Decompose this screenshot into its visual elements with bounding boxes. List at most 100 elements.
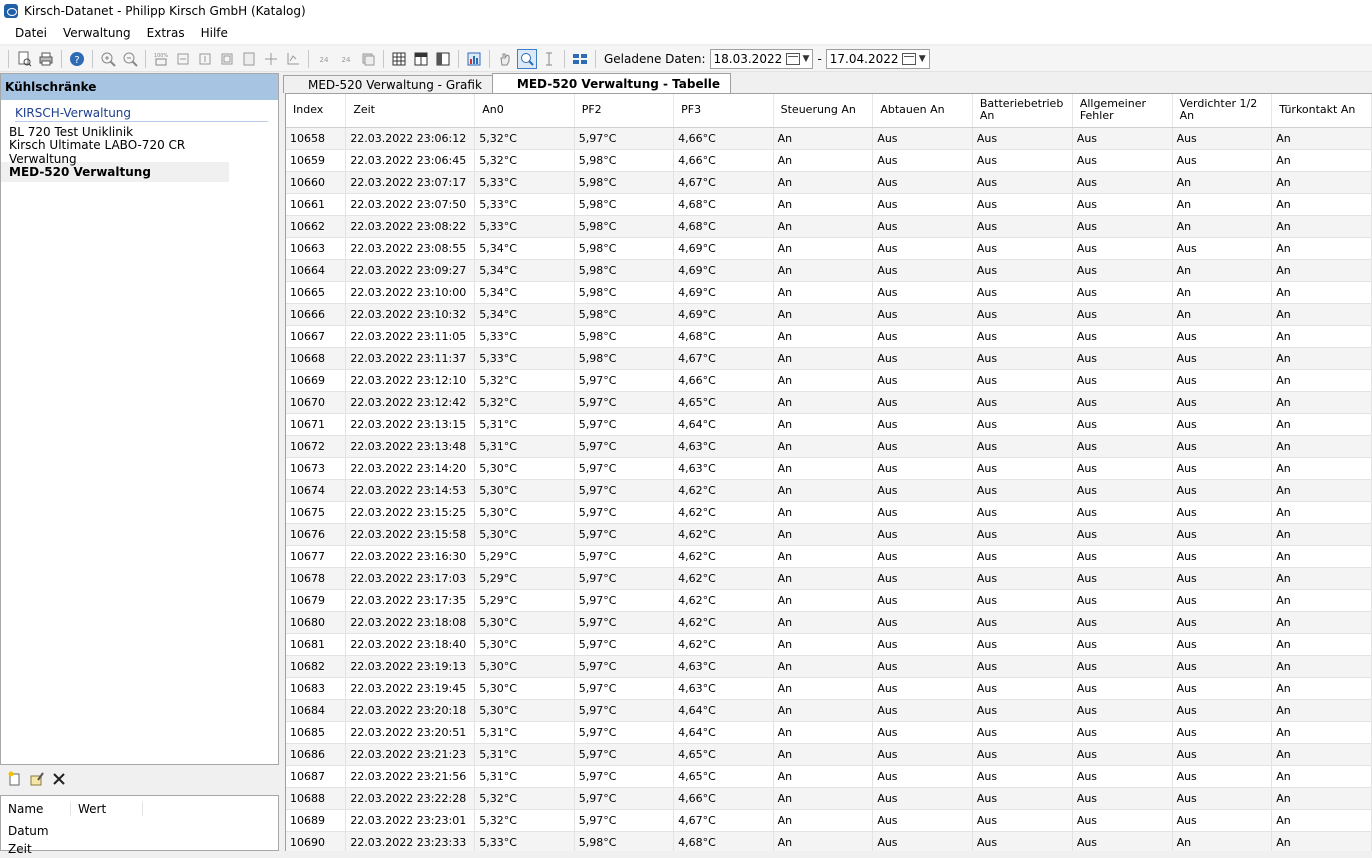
table-row[interactable]: 10670 22.03.2022 23:12:42 5,32°C 5,97°C 4,65… bbox=[286, 391, 1372, 414]
table-cell[interactable]: 10676 bbox=[286, 523, 347, 546]
menu-hilfe[interactable]: Hilfe bbox=[201, 26, 228, 40]
table-cell[interactable]: Aus bbox=[872, 325, 973, 348]
table-cell[interactable]: Aus bbox=[972, 809, 1073, 832]
table-cell[interactable]: Aus bbox=[872, 743, 973, 766]
table-cell[interactable]: Aus bbox=[872, 171, 973, 194]
table-cell[interactable]: 4,63°C bbox=[673, 457, 774, 480]
table-cell[interactable]: Aus bbox=[1172, 391, 1273, 414]
table-cell[interactable]: 10663 bbox=[286, 237, 347, 260]
table-cell[interactable]: Aus bbox=[1072, 391, 1173, 414]
table-cell[interactable]: An bbox=[1271, 677, 1372, 700]
table-cell[interactable]: Aus bbox=[1072, 633, 1173, 656]
table-cell[interactable]: Aus bbox=[1072, 237, 1173, 260]
col-header-abtauen[interactable]: Abtauen An bbox=[872, 94, 973, 128]
table-cell[interactable]: Aus bbox=[972, 237, 1073, 260]
table-cell[interactable]: An bbox=[1271, 721, 1372, 744]
table-cell[interactable]: An bbox=[1271, 281, 1372, 304]
table-cell[interactable]: Aus bbox=[972, 391, 1073, 414]
table-cell[interactable]: An bbox=[1172, 303, 1273, 326]
table-cell[interactable]: 22.03.2022 23:23:01 bbox=[345, 809, 476, 832]
table-cell[interactable]: Aus bbox=[872, 523, 973, 546]
table-cell[interactable]: 10690 bbox=[286, 831, 347, 851]
table-cell[interactable]: Aus bbox=[1072, 149, 1173, 172]
table-cell[interactable]: 5,97°C bbox=[574, 435, 675, 458]
table-row[interactable]: 10689 22.03.2022 23:23:01 5,32°C 5,97°C 4,67… bbox=[286, 809, 1372, 832]
table-cell[interactable]: Aus bbox=[972, 347, 1073, 370]
table-cell[interactable]: 5,31°C bbox=[474, 743, 575, 766]
col-header-index[interactable]: Index bbox=[286, 94, 347, 128]
table-cell[interactable]: An bbox=[1271, 193, 1372, 216]
table-cell[interactable]: 5,34°C bbox=[474, 303, 575, 326]
table-cell[interactable]: 22.03.2022 23:15:58 bbox=[345, 523, 476, 546]
table-cell[interactable]: 5,30°C bbox=[474, 699, 575, 722]
table-cell[interactable]: 22.03.2022 23:23:33 bbox=[345, 831, 476, 851]
table-cell[interactable]: An bbox=[1271, 347, 1372, 370]
table-cell[interactable]: Aus bbox=[1072, 171, 1173, 194]
table-cell[interactable]: 5,33°C bbox=[474, 193, 575, 216]
table-cell[interactable]: 10682 bbox=[286, 655, 347, 678]
table-cell[interactable]: 10658 bbox=[286, 127, 347, 150]
table-row[interactable]: 10669 22.03.2022 23:12:10 5,32°C 5,97°C 4,66… bbox=[286, 369, 1372, 392]
table-cell[interactable]: An bbox=[1271, 457, 1372, 480]
table-cell[interactable]: 10683 bbox=[286, 677, 347, 700]
table-cell[interactable]: 5,97°C bbox=[574, 765, 675, 788]
table-cell[interactable]: Aus bbox=[972, 589, 1073, 612]
table-row[interactable]: 10679 22.03.2022 23:17:35 5,29°C 5,97°C 4,62… bbox=[286, 589, 1372, 612]
table-cell[interactable]: 5,29°C bbox=[474, 545, 575, 568]
table-row[interactable]: 10677 22.03.2022 23:16:30 5,29°C 5,97°C 4,62… bbox=[286, 545, 1372, 568]
table-cell[interactable]: 4,67°C bbox=[673, 809, 774, 832]
table-cell[interactable]: Aus bbox=[1172, 523, 1273, 546]
table-cell[interactable]: 10665 bbox=[286, 281, 347, 304]
table-cell[interactable]: 22.03.2022 23:17:03 bbox=[345, 567, 476, 590]
col-name-header[interactable]: Name bbox=[1, 802, 71, 816]
table-cell[interactable]: 4,62°C bbox=[673, 479, 774, 502]
table-cell[interactable]: 5,33°C bbox=[474, 831, 575, 851]
table-cell[interactable]: 22.03.2022 23:21:56 bbox=[345, 765, 476, 788]
table-cell[interactable]: 4,62°C bbox=[673, 589, 774, 612]
print-preview-icon[interactable] bbox=[14, 49, 34, 69]
table-cell[interactable]: 22.03.2022 23:13:48 bbox=[345, 435, 476, 458]
table-cell[interactable]: 4,68°C bbox=[673, 193, 774, 216]
table-cell[interactable]: An bbox=[1271, 413, 1372, 436]
table-cell[interactable]: 4,63°C bbox=[673, 677, 774, 700]
table-cell[interactable]: An bbox=[1271, 237, 1372, 260]
table-cell[interactable]: 5,32°C bbox=[474, 127, 575, 150]
layers-icon[interactable] bbox=[358, 49, 378, 69]
delete-icon[interactable] bbox=[49, 769, 69, 789]
table-cell[interactable]: An bbox=[1172, 281, 1273, 304]
table-cell[interactable]: An bbox=[773, 215, 874, 238]
table-row[interactable]: 10678 22.03.2022 23:17:03 5,29°C 5,97°C 4,62… bbox=[286, 567, 1372, 590]
table-cell[interactable]: Aus bbox=[972, 325, 1073, 348]
table-cell[interactable]: An bbox=[1271, 479, 1372, 502]
table-cell[interactable]: 5,32°C bbox=[474, 809, 575, 832]
table-cell[interactable]: 10675 bbox=[286, 501, 347, 524]
table-cell[interactable]: Aus bbox=[1172, 347, 1273, 370]
axis-icon[interactable] bbox=[283, 49, 303, 69]
table-cell[interactable]: Aus bbox=[1072, 259, 1173, 282]
table-cell[interactable]: Aus bbox=[972, 193, 1073, 216]
zoom-select-icon[interactable] bbox=[517, 48, 537, 69]
table-cell[interactable]: An bbox=[1271, 215, 1372, 238]
table-cell[interactable]: 4,66°C bbox=[673, 369, 774, 392]
table-cell[interactable]: Aus bbox=[1172, 457, 1273, 480]
table-cell[interactable]: 10688 bbox=[286, 787, 347, 810]
table-row[interactable]: 10658 22.03.2022 23:06:12 5,32°C 5,97°C 4,66… bbox=[286, 127, 1372, 150]
table-cell[interactable]: 10669 bbox=[286, 369, 347, 392]
table-cell[interactable]: An bbox=[773, 281, 874, 304]
table-cell[interactable]: Aus bbox=[872, 479, 973, 502]
table-cell[interactable]: Aus bbox=[972, 611, 1073, 634]
table-cell[interactable]: 5,97°C bbox=[574, 699, 675, 722]
table-cell[interactable]: 5,98°C bbox=[574, 281, 675, 304]
table-cell[interactable]: Aus bbox=[1172, 127, 1273, 150]
table-cell[interactable]: Aus bbox=[972, 457, 1073, 480]
table-cell[interactable]: 4,64°C bbox=[673, 413, 774, 436]
table-row[interactable]: 10690 22.03.2022 23:23:33 5,33°C 5,98°C 4,68… bbox=[286, 831, 1372, 851]
table-cell[interactable]: 22.03.2022 23:21:23 bbox=[345, 743, 476, 766]
table-cell[interactable]: 22.03.2022 23:08:55 bbox=[345, 237, 476, 260]
table-cell[interactable]: An bbox=[1271, 765, 1372, 788]
table-cell[interactable]: An bbox=[773, 831, 874, 851]
table-cell[interactable]: Aus bbox=[872, 787, 973, 810]
table-cell[interactable]: Aus bbox=[1072, 457, 1173, 480]
table-cell[interactable]: An bbox=[773, 633, 874, 656]
table-cell[interactable]: An bbox=[773, 391, 874, 414]
